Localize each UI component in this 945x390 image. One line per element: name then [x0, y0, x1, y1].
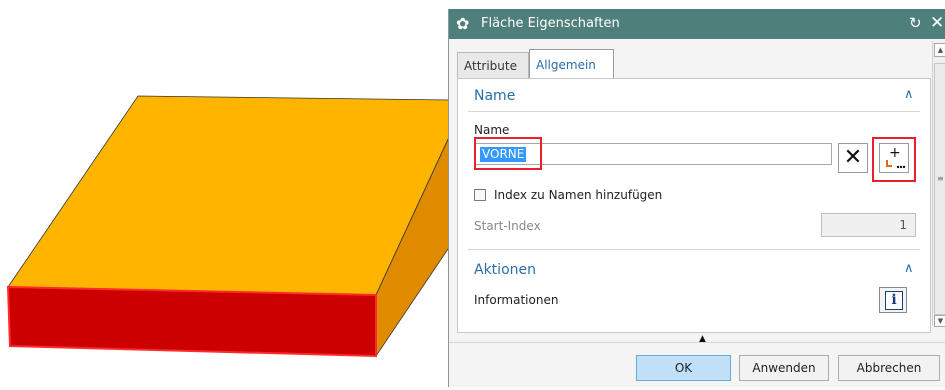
name-section-title: Name: [474, 88, 516, 104]
tab-allgemein[interactable]: Allgemein: [529, 49, 614, 79]
box-model[interactable]: [0, 0, 451, 387]
info-label: Informationen: [474, 293, 559, 307]
highlight-box: [872, 137, 916, 182]
graphics-viewport[interactable]: [0, 0, 451, 387]
gear-icon: ✿: [456, 14, 470, 33]
tab-attribute[interactable]: Attribute: [457, 52, 529, 78]
start-index-input[interactable]: 1: [821, 213, 916, 237]
reset-icon[interactable]: ↻: [909, 14, 922, 32]
scrollbar[interactable]: ▲ ≡ ▼: [932, 41, 945, 327]
actions-section-header[interactable]: Aktionen ∧: [458, 255, 930, 285]
chevron-up-icon[interactable]: ∧: [904, 87, 914, 102]
ok-button[interactable]: OK: [636, 355, 731, 381]
clear-name-button[interactable]: ✕: [838, 143, 868, 173]
dialog-titlebar[interactable]: ✿ Fläche Eigenschaften ↻ ✕: [449, 9, 945, 39]
name-section-header[interactable]: Name ∧: [458, 81, 930, 111]
face-properties-dialog: ✿ Fläche Eigenschaften ↻ ✕ Attribute All…: [448, 9, 945, 387]
info-icon: i: [885, 291, 903, 310]
cancel-button[interactable]: Abbrechen: [838, 355, 940, 381]
tab-content-panel: Name ∧ Name VORNE ✕ + Index zu Namen hin…: [457, 78, 931, 333]
info-button[interactable]: i: [879, 287, 907, 313]
actions-section-title: Aktionen: [474, 262, 536, 278]
chevron-up-icon[interactable]: ∧: [904, 261, 914, 276]
index-checkbox-label: Index zu Namen hinzufügen: [494, 188, 663, 202]
tab-bar: Attribute Allgemein: [449, 39, 945, 79]
scroll-down-icon[interactable]: ▼: [934, 315, 945, 327]
divider: [468, 111, 920, 112]
box-front-face[interactable]: [6, 285, 377, 358]
start-index-label: Start-Index: [474, 219, 541, 233]
index-checkbox[interactable]: [474, 189, 486, 201]
apply-button[interactable]: Anwenden: [739, 355, 829, 381]
divider: [468, 249, 920, 250]
scroll-thumb[interactable]: ≡: [934, 63, 945, 315]
clear-icon: ✕: [843, 145, 863, 170]
dialog-title: Fläche Eigenschaften: [481, 16, 620, 31]
highlight-box: [474, 137, 542, 170]
name-field-label: Name: [474, 123, 510, 137]
dialog-footer: OK Anwenden Abbrechen: [449, 342, 945, 388]
grip-icon: ≡: [937, 174, 944, 183]
close-icon[interactable]: ✕: [930, 13, 944, 33]
scroll-up-icon[interactable]: ▲: [934, 43, 945, 57]
box-top-face[interactable]: [7, 95, 451, 296]
